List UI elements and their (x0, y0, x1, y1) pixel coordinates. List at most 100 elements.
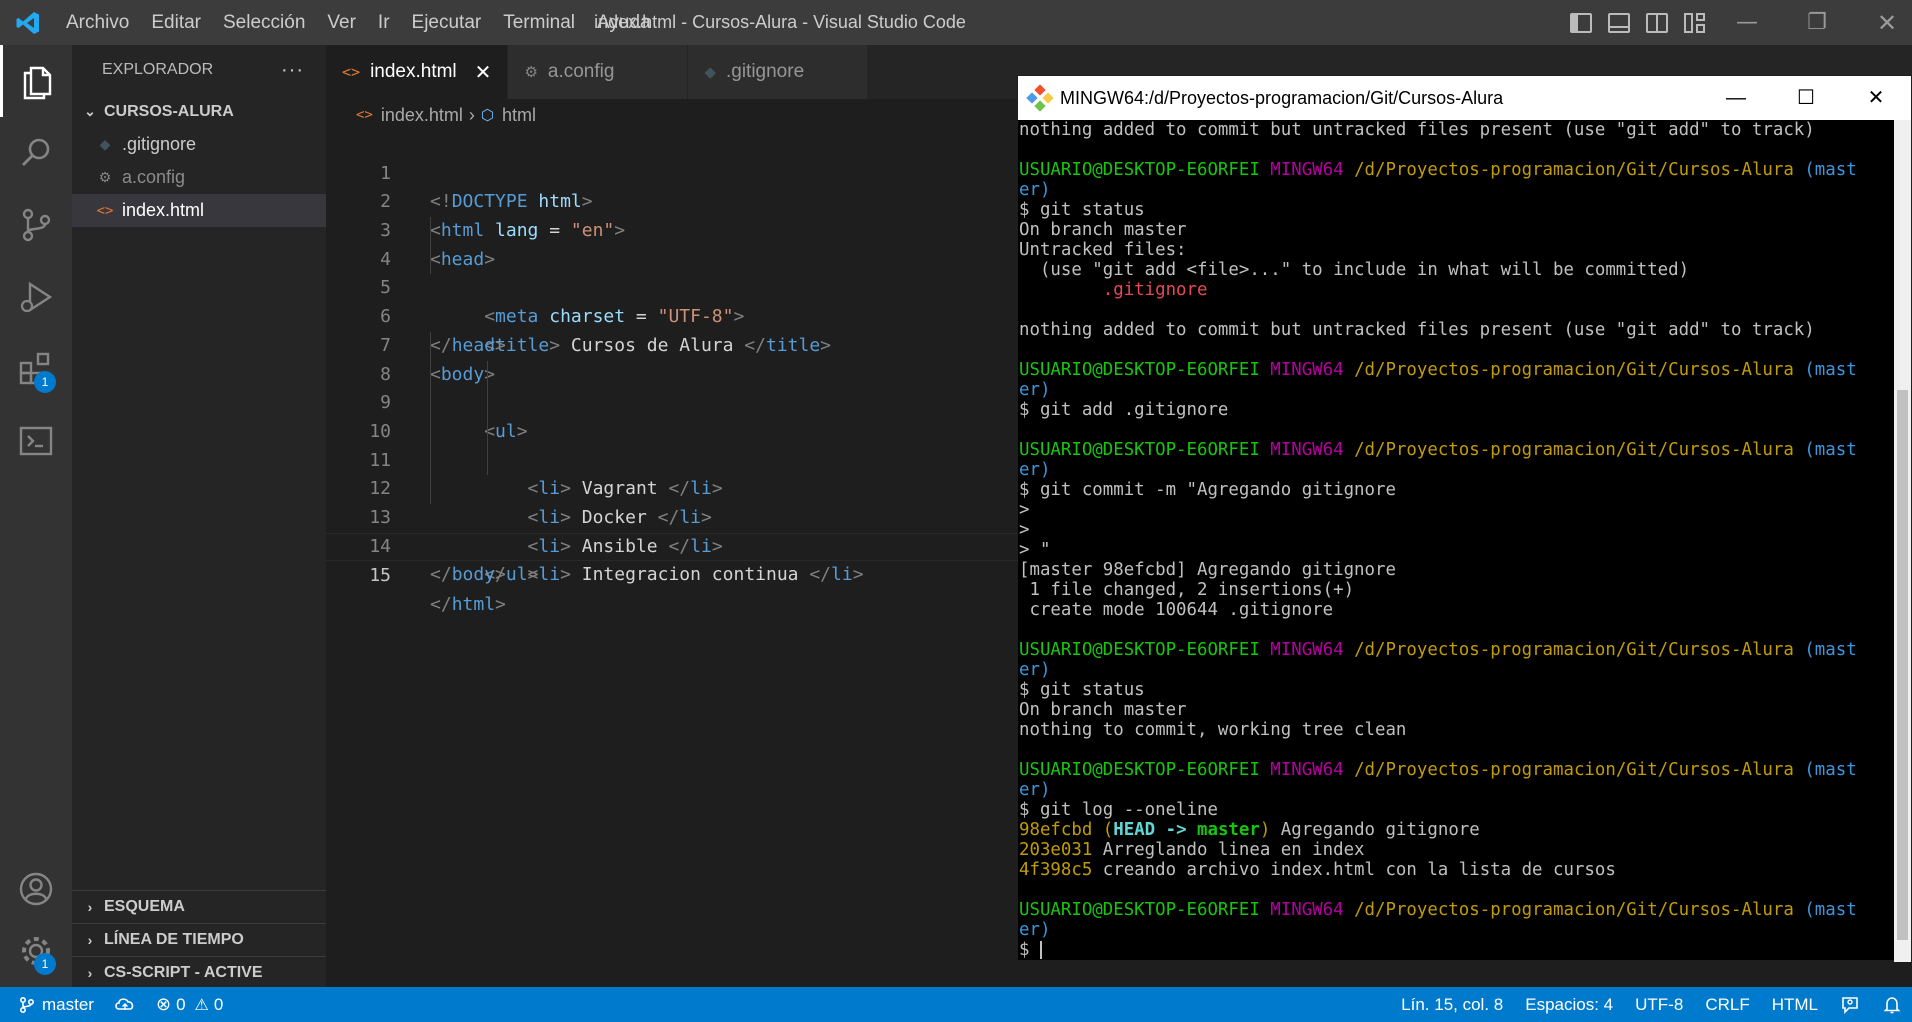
log-line: 4f398c5 creando archivo index.html con l… (1019, 860, 1616, 880)
close-tab-icon[interactable]: ✕ (475, 60, 492, 85)
indent-guide (430, 360, 431, 390)
terminal-line: nothing added to commit but untracked fi… (1019, 320, 1815, 340)
indent-guide (487, 417, 488, 447)
more-actions-icon[interactable]: ··· (281, 59, 304, 82)
settings-gear-icon[interactable]: 1 (0, 915, 72, 987)
menu-ayuda[interactable]: Ayuda (586, 0, 662, 45)
terminal-icon[interactable] (0, 405, 72, 477)
maximize-icon[interactable]: ☐ (1771, 76, 1841, 120)
extensions-badge: 1 (34, 371, 56, 393)
source-control-icon[interactable] (0, 189, 72, 261)
close-icon[interactable]: ✕ (1852, 9, 1912, 37)
breadcrumb-separator-icon: › (468, 104, 475, 125)
menu-terminal[interactable]: Terminal (492, 0, 586, 45)
layout-controls (1562, 0, 1714, 45)
config-gear-file-icon: ⚙ (98, 169, 112, 185)
minimize-icon[interactable]: — (1701, 76, 1771, 120)
section-esquema[interactable]: › ESQUEMA (72, 890, 326, 923)
prompt-line-wrap: er) (1019, 920, 1051, 940)
breadcrumb-symbol[interactable]: html (502, 105, 536, 126)
cursor-position[interactable]: Lín. 15, col. 8 (1401, 995, 1503, 1015)
end-of-line[interactable]: CRLF (1705, 995, 1749, 1015)
minimize-icon[interactable]: — (1712, 10, 1782, 35)
terminal-line: 1 file changed, 2 insertions(+) (1019, 580, 1355, 600)
input-line[interactable]: $ (1019, 940, 1895, 960)
gitignore-file-icon: ◆ (704, 64, 716, 81)
git-branch-icon (19, 996, 35, 1013)
customize-layout-icon[interactable] (1684, 12, 1706, 33)
terminal-line: Untracked files: (1019, 240, 1187, 260)
prompt-line: USUARIO@DESKTOP-E6ORFEI MINGW64 /d/Proye… (1019, 360, 1857, 380)
explorer-icon[interactable] (0, 45, 72, 117)
terminal-scrollbar[interactable] (1894, 120, 1911, 962)
indentation[interactable]: Espacios: 4 (1525, 995, 1613, 1015)
line-number: 15 (369, 565, 391, 587)
terminal-line: nothing to commit, working tree clean (1019, 720, 1407, 740)
indent-guide (430, 331, 431, 361)
file-gitignore[interactable]: ◆ .gitignore (72, 128, 326, 161)
section-label: ESQUEMA (104, 898, 185, 915)
terminal-title-bar[interactable]: MINGW64:/d/Proyectos-programacion/Git/Cu… (1018, 76, 1911, 120)
section-linea-de-tiempo[interactable]: › LÍNEA DE TIEMPO (72, 923, 326, 956)
menu-archivo[interactable]: Archivo (55, 0, 140, 45)
menu-ir[interactable]: Ir (367, 0, 401, 45)
restore-icon[interactable]: ❐ (1782, 10, 1852, 35)
prompt-line: USUARIO@DESKTOP-E6ORFEI MINGW64 /d/Proye… (1019, 440, 1857, 460)
indent-guide (487, 389, 488, 418)
menu-ejecutar[interactable]: Ejecutar (401, 0, 493, 45)
file-a-config[interactable]: ⚙ a.config (72, 161, 326, 194)
log-line: 203e031 Arreglando linea en index (1019, 840, 1365, 860)
menu-ver[interactable]: Ver (316, 0, 367, 45)
section-cs-script[interactable]: › CS-SCRIPT - ACTIVE (72, 956, 326, 989)
prompt-line-wrap: er) (1019, 380, 1051, 400)
mingw64-terminal-window: MINGW64:/d/Proyectos-programacion/Git/Cu… (1017, 75, 1912, 962)
toggle-sidebar-icon[interactable] (1570, 12, 1592, 33)
file-index-html[interactable]: <> index.html (72, 194, 326, 227)
terminal-window-controls: — ☐ ✕ (1701, 76, 1911, 120)
prompt-line: USUARIO@DESKTOP-E6ORFEI MINGW64 /d/Proye… (1019, 900, 1857, 920)
branch-indicator[interactable]: master (18, 995, 94, 1015)
terminal-output[interactable]: nothing added to commit but untracked fi… (1018, 120, 1895, 962)
terminal-line: > " (1019, 540, 1051, 560)
folder-cursos-alura[interactable]: ⌄ CURSOS-ALURA (72, 95, 326, 128)
file-label: index.html (122, 200, 205, 220)
menu-editar[interactable]: Editar (140, 0, 212, 45)
code-text: </body> (430, 564, 506, 586)
notifications-bell-icon[interactable] (1882, 995, 1902, 1015)
command-line: $ git add .gitignore (1019, 400, 1229, 420)
file-label: .gitignore (122, 134, 197, 154)
menu-bar: Archivo Editar Selección Ver Ir Ejecutar… (55, 0, 662, 45)
feedback-icon[interactable] (1840, 995, 1860, 1015)
indent-guide (430, 475, 431, 504)
terminal-line: (use "git add <file>..." to include in w… (1019, 260, 1690, 280)
git-bash-logo-icon (1026, 84, 1054, 112)
tab-index-html[interactable]: <> index.html ✕ (326, 45, 509, 99)
html-file-icon: <> (342, 63, 361, 81)
command-line: $ git commit -m "Agregando gitignore (1019, 480, 1396, 500)
html-file-icon: <> (356, 107, 373, 123)
language-mode[interactable]: HTML (1772, 995, 1818, 1015)
search-icon[interactable] (0, 117, 72, 189)
scrollbar-thumb[interactable] (1897, 390, 1908, 940)
toggle-secondary-sidebar-icon[interactable] (1646, 12, 1668, 33)
indent-guide (430, 446, 431, 476)
close-icon[interactable]: ✕ (1841, 76, 1911, 120)
run-debug-icon[interactable] (0, 261, 72, 333)
menu-seleccion[interactable]: Selección (212, 0, 316, 45)
problems-indicator[interactable]: ⊗ 0 ⚠ 0 (156, 994, 223, 1015)
breadcrumb-file[interactable]: index.html (381, 105, 463, 126)
sync-changes-icon[interactable] (114, 996, 136, 1014)
extensions-icon[interactable]: 1 (0, 333, 72, 405)
prompt-line-wrap: er) (1019, 780, 1051, 800)
tab-gitignore[interactable]: ◆ .gitignore (688, 45, 869, 99)
command-line: $ git log --oneline (1019, 800, 1218, 820)
tab-a-config[interactable]: ⚙ a.config (508, 45, 689, 99)
encoding[interactable]: UTF-8 (1635, 995, 1683, 1015)
command-line: $ git status (1019, 680, 1145, 700)
toggle-panel-icon[interactable] (1608, 12, 1630, 33)
